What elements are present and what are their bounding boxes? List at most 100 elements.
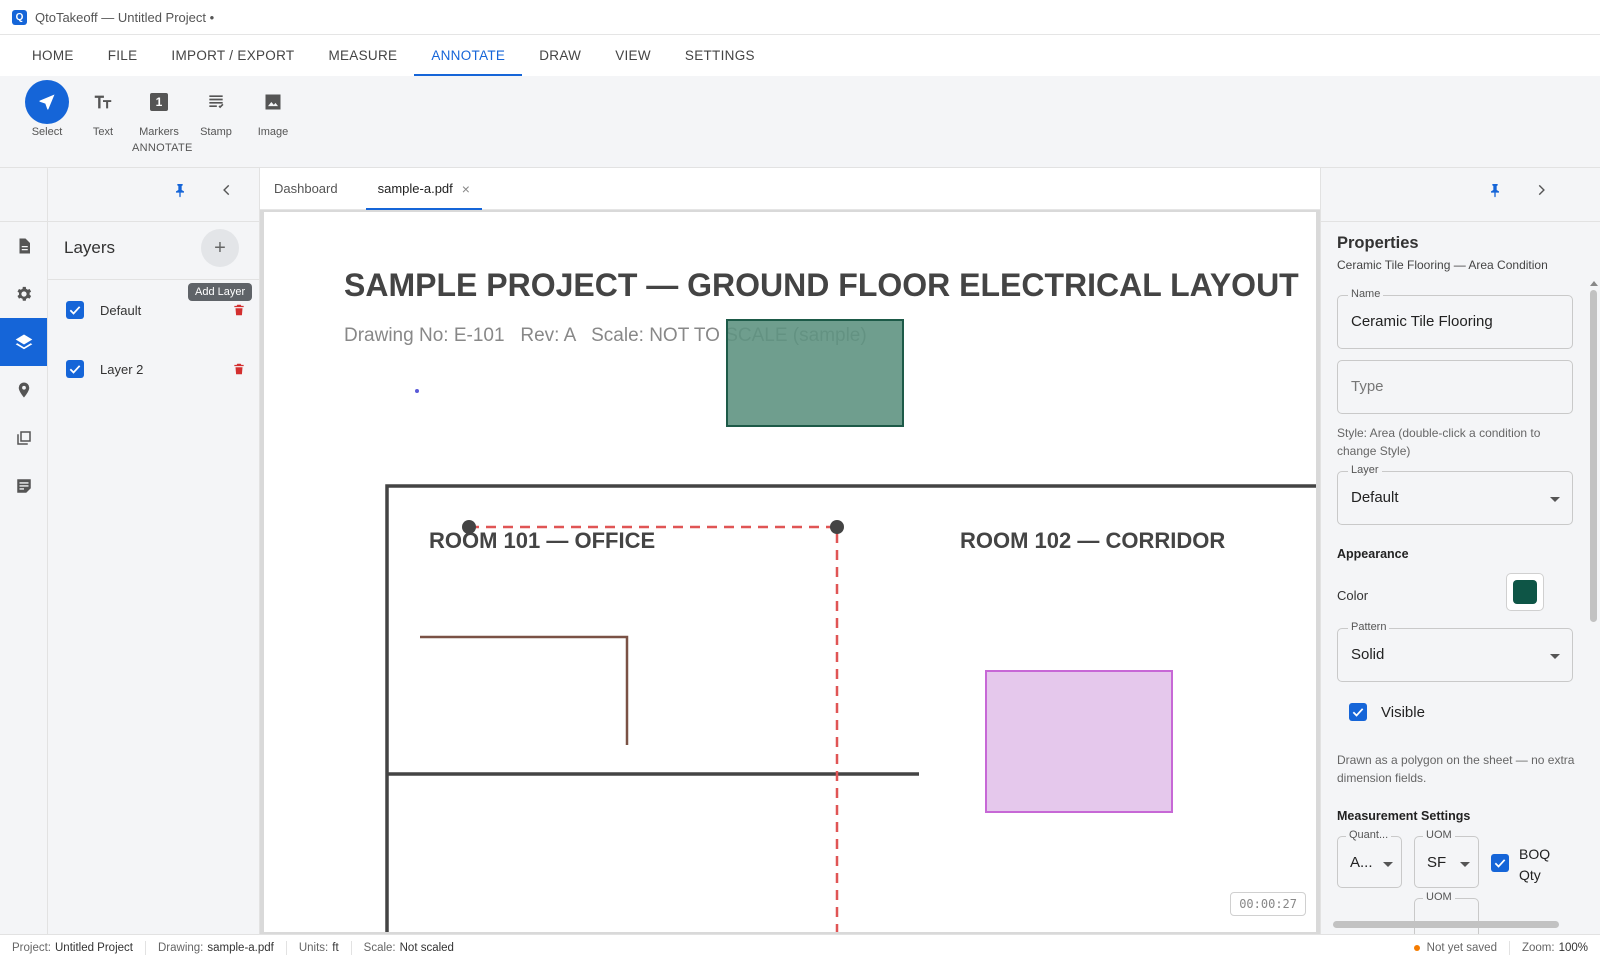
properties-subtitle: Ceramic Tile Flooring — Area Condition xyxy=(1337,258,1548,272)
pink-area-annotation[interactable] xyxy=(985,670,1173,813)
tab-sample-a-pdf[interactable]: sample-a.pdf × xyxy=(365,168,483,210)
uom-select-label: UOM xyxy=(1423,829,1455,841)
dropdown-caret-icon xyxy=(1383,862,1393,867)
annotate-ribbon: Select Text 1 Markers Stamp Image ANNOTA… xyxy=(0,76,1600,168)
drawing-title: SAMPLE PROJECT — GROUND FLOOR ELECTRICAL… xyxy=(344,267,1299,303)
properties-panel-header xyxy=(1321,168,1600,222)
marker-number-icon: 1 xyxy=(137,80,181,124)
rail-header xyxy=(0,168,47,222)
delete-trash-icon[interactable] xyxy=(232,303,246,317)
tab-view[interactable]: VIEW xyxy=(598,35,668,76)
documents-rail-button[interactable] xyxy=(0,222,47,270)
type-field-placeholder: Type xyxy=(1351,378,1384,395)
save-state: Not yet saved xyxy=(1402,941,1510,955)
tab-dashboard[interactable]: Dashboard xyxy=(262,168,350,209)
boq-qty-label: BOQ Qty xyxy=(1519,846,1551,883)
image-icon xyxy=(251,80,295,124)
status-scale-value: Not scaled xyxy=(399,941,454,954)
name-field-label: Name xyxy=(1348,288,1384,300)
polygon-hint: Drawn as a polygon on the sheet — no ext… xyxy=(1337,753,1575,785)
layer-select[interactable]: Layer Default xyxy=(1337,464,1573,525)
status-zoom-value: 100% xyxy=(1558,942,1588,954)
quantity-select[interactable]: Quant... A... xyxy=(1337,829,1402,888)
uom-secondary-select[interactable]: UOM xyxy=(1414,891,1479,934)
unsaved-dot-icon xyxy=(1413,945,1420,951)
status-project-value: Untitled Project xyxy=(55,941,133,954)
color-swatch xyxy=(1513,580,1537,604)
tab-import-export[interactable]: IMPORT / EXPORT xyxy=(154,35,311,76)
visible-checkbox[interactable] xyxy=(1349,703,1367,721)
collapse-chevron-right-icon[interactable] xyxy=(1534,183,1548,197)
boq-qty-toggle[interactable]: BOQ Qty xyxy=(1491,844,1559,886)
layers-rail-button[interactable] xyxy=(0,318,47,366)
scroll-up-arrow[interactable] xyxy=(1590,281,1598,286)
markers-tool-button[interactable]: 1 Markers xyxy=(131,80,187,138)
add-layer-button[interactable]: + xyxy=(201,229,239,267)
tab-home[interactable]: HOME xyxy=(15,35,91,76)
tool-label: Stamp xyxy=(200,126,232,138)
tab-measure[interactable]: MEASURE xyxy=(311,35,414,76)
delete-trash-icon[interactable] xyxy=(232,362,246,376)
quantity-select-label: Quant... xyxy=(1346,829,1392,841)
name-field[interactable]: Name Ceramic Tile Flooring xyxy=(1337,288,1573,349)
navigation-arrow-icon xyxy=(25,80,69,124)
uom-select[interactable]: UOM SF xyxy=(1414,829,1479,888)
collapse-chevron-left-icon[interactable] xyxy=(220,183,234,197)
status-zoom-label: Zoom: xyxy=(1521,942,1555,954)
image-tool-button[interactable]: Image xyxy=(245,80,301,138)
title-bar: Q QtoTakeoff — Untitled Project • xyxy=(0,0,1600,35)
tab-label: Dashboard xyxy=(274,181,338,196)
tab-settings[interactable]: SETTINGS xyxy=(668,35,772,76)
pin-icon[interactable] xyxy=(1487,182,1503,198)
select-tool-button[interactable]: Select xyxy=(19,80,75,138)
dropdown-caret-icon xyxy=(1460,862,1470,867)
status-project: Project: Untitled Project xyxy=(0,940,146,955)
drawing-viewer[interactable]: SAMPLE PROJECT — GROUND FLOOR ELECTRICAL… xyxy=(260,210,1320,934)
layer-visible-checkbox[interactable] xyxy=(66,360,84,378)
pages-rail-button[interactable] xyxy=(0,414,47,462)
status-drawing: Drawing: sample-a.pdf xyxy=(146,940,287,955)
properties-title: Properties xyxy=(1337,234,1419,252)
point-marker[interactable] xyxy=(415,389,419,393)
layer-visible-checkbox[interactable] xyxy=(66,301,84,319)
room-102-label: ROOM 102 — CORRIDOR xyxy=(960,528,1225,553)
notes-rail-button[interactable] xyxy=(0,462,47,510)
properties-vertical-scrollbar[interactable] xyxy=(1590,290,1597,622)
checkmark-icon xyxy=(69,365,81,374)
stamp-tool-button[interactable]: Stamp xyxy=(188,80,244,138)
polyline-markup[interactable] xyxy=(420,635,629,745)
uom-secondary-label: UOM xyxy=(1423,891,1455,903)
locations-rail-button[interactable] xyxy=(0,366,47,414)
drawing-sheet[interactable]: SAMPLE PROJECT — GROUND FLOOR ELECTRICAL… xyxy=(264,212,1316,932)
measurement-vertex-handle[interactable] xyxy=(830,520,844,534)
tab-annotate[interactable]: ANNOTATE xyxy=(414,35,523,76)
settings-gear-icon xyxy=(16,286,31,301)
visible-toggle[interactable]: Visible xyxy=(1349,703,1425,721)
text-size-icon xyxy=(81,80,125,124)
layer-row-layer-2[interactable]: Layer 2 xyxy=(66,359,246,379)
session-timer: 00:00:27 xyxy=(1230,892,1306,916)
layer-row-default[interactable]: Default xyxy=(66,300,246,320)
color-picker-button[interactable] xyxy=(1506,573,1544,611)
settings-rail-button[interactable] xyxy=(0,270,47,318)
document-icon xyxy=(19,238,30,254)
properties-horizontal-scrollbar[interactable] xyxy=(1333,921,1559,928)
text-tool-button[interactable]: Text xyxy=(75,80,131,138)
pattern-select[interactable]: Pattern Solid xyxy=(1337,621,1573,682)
style-hint: Style: Area (double-click a condition to… xyxy=(1337,426,1541,458)
dropdown-caret-icon xyxy=(1550,497,1560,502)
save-state-text: Not yet saved xyxy=(1426,942,1497,954)
green-area-annotation[interactable] xyxy=(726,319,904,427)
tool-label: Text xyxy=(92,126,114,138)
type-field[interactable]: Type xyxy=(1337,360,1573,414)
boq-qty-checkbox[interactable] xyxy=(1491,854,1509,872)
pin-icon[interactable] xyxy=(172,182,188,198)
stamp-list-icon xyxy=(194,80,238,124)
measurement-dashed-line[interactable] xyxy=(469,525,839,932)
drawing-canvas[interactable]: SAMPLE PROJECT — GROUND FLOOR ELECTRICAL… xyxy=(264,212,1316,932)
tab-file[interactable]: FILE xyxy=(91,35,155,76)
layers-panel-header xyxy=(48,168,259,222)
close-icon[interactable]: × xyxy=(462,181,470,197)
tab-draw[interactable]: DRAW xyxy=(522,35,598,76)
color-label: Color xyxy=(1337,588,1369,603)
